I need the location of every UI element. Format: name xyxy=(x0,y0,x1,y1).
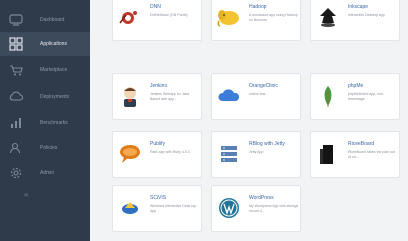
sidebar-item-label: Policies xyxy=(40,145,58,151)
black-tower-icon xyxy=(314,140,342,168)
mongodb-leaf-icon xyxy=(314,82,342,110)
scivis-icon xyxy=(116,194,144,222)
app-description: phpMeSelect app, non-threestage xyxy=(348,92,385,101)
sidebar-item-admin[interactable]: Admin xyxy=(0,161,90,185)
app-description: My Wordpress App with storage mount 4... xyxy=(249,204,299,213)
jenkins-butler-icon xyxy=(116,82,144,110)
app-description: Interactive Desktop App xyxy=(348,13,385,17)
app-description: orders test xyxy=(249,92,266,96)
app-title: Hadoop xyxy=(249,4,267,10)
app-card-publify[interactable]: Publify Rails app with Ruby 4.0.3 xyxy=(112,131,202,178)
app-description: A wordcount app using Hadoop on Bochum xyxy=(249,13,298,22)
sidebar-item-label: Deployments xyxy=(40,94,70,100)
app-card-orangeclinic[interactable]: OrangeClinic orders test xyxy=(211,73,301,120)
applications-grid: DNN DotNetNuke (DN Portal) Hadoop A word… xyxy=(90,0,408,241)
sidebar-item-deployments[interactable]: Deployments xyxy=(0,85,90,109)
sidebar-item-label: Admin xyxy=(40,170,55,176)
collapse-sidebar-button[interactable]: « xyxy=(24,190,36,202)
app-card-scivis[interactable]: SCiVIS Windows Interactive Desk top App xyxy=(112,185,202,232)
policies-icon xyxy=(8,140,24,156)
app-title: SCiVIS xyxy=(150,195,167,201)
wordpress-icon xyxy=(215,194,243,222)
app-title: Publify xyxy=(150,141,166,147)
benchmarks-icon xyxy=(8,115,24,131)
sidebar-item-benchmarks[interactable]: Benchmarks xyxy=(0,111,90,135)
app-title: DNN xyxy=(150,4,161,10)
app-card-phpme[interactable]: phpMe phpMeSelect app, non-threestage xyxy=(310,73,400,120)
sidebar-item-applications[interactable]: Applications xyxy=(0,32,90,56)
app-description: RiceeBoard takes the pain out of on... xyxy=(348,150,395,159)
sidebar-item-dashboard[interactable]: Dashboard xyxy=(0,8,90,32)
app-description: Jetty App xyxy=(249,150,264,154)
app-title: Jenkins xyxy=(150,83,167,89)
sidebar-item-label: Benchmarks xyxy=(40,120,68,126)
app-title: OrangeClinic xyxy=(249,83,278,89)
sidebar-item-marketplace[interactable]: Marketplace xyxy=(0,58,90,82)
app-card-jenkins[interactable]: Jenkins Jenkins Webapp for Java Based we… xyxy=(112,73,202,120)
app-description: Rails app with Ruby 4.0.3 xyxy=(150,150,190,154)
app-card-dnn[interactable]: DNN DotNetNuke (DN Portal) xyxy=(112,0,202,41)
cloud-icon xyxy=(215,82,243,110)
sidebar-item-label: Dashboard xyxy=(40,17,65,23)
app-card-wordpress[interactable]: WordPress My Wordpress App with storage … xyxy=(211,185,301,232)
app-description: Windows Interactive Desk top App xyxy=(150,204,197,213)
sidebar-item-label: Marketplace xyxy=(40,67,68,73)
sidebar-item-label: Applications xyxy=(40,41,67,47)
app-title: RiceeBoard xyxy=(348,141,375,147)
app-description: Jenkins Webapp for Java Based web app... xyxy=(150,92,190,101)
sidebar: Dashboard Applications Marketplace Deplo… xyxy=(0,0,90,241)
app-card-inkscape[interactable]: Inkscape Interactive Desktop App xyxy=(310,0,400,41)
deployments-icon xyxy=(8,89,24,105)
app-title: RBlog with Jetty xyxy=(249,141,285,147)
dashboard-icon xyxy=(8,12,24,28)
dnn-logo-icon xyxy=(116,3,144,31)
server-rack-icon xyxy=(215,140,243,168)
app-title: Inkscape xyxy=(348,4,369,10)
marketplace-icon xyxy=(8,62,24,78)
admin-icon xyxy=(8,165,24,181)
hadoop-elephant-icon xyxy=(215,3,243,31)
speech-bubble-icon xyxy=(116,140,144,168)
app-card-riceeboard[interactable]: RiceeBoard RiceeBoard takes the pain out… xyxy=(310,131,400,178)
sidebar-item-policies[interactable]: Policies xyxy=(0,136,90,160)
app-card-rblog-jetty[interactable]: RBlog with Jetty Jetty App xyxy=(211,131,301,178)
app-title: phpMe xyxy=(348,83,364,89)
app-title: WordPress xyxy=(249,195,274,201)
app-description: DotNetNuke (DN Portal) xyxy=(150,13,188,17)
applications-icon xyxy=(8,36,24,52)
inkscape-icon xyxy=(314,3,342,31)
app-card-hadoop[interactable]: Hadoop A wordcount app using Hadoop on B… xyxy=(211,0,301,41)
